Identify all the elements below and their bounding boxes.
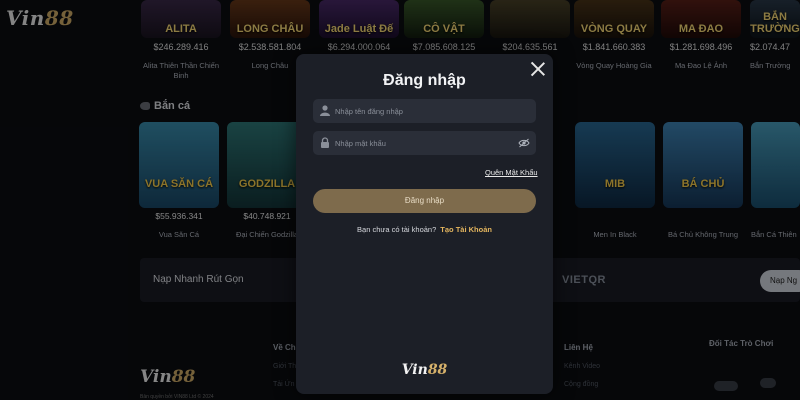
register-prompt: Bạn chưa có tài khoản? Tạo Tài Khoản [296, 225, 553, 234]
username-field[interactable] [313, 99, 536, 123]
eye-off-icon[interactable] [518, 138, 530, 148]
login-modal: Đăng nhập Quên Mật Khẩu Đăng nhập Bạn ch… [296, 54, 553, 394]
modal-logo: Vin88 [296, 362, 553, 378]
username-input[interactable] [335, 103, 505, 119]
register-link[interactable]: Tạo Tài Khoản [440, 225, 492, 234]
password-field[interactable] [313, 131, 536, 155]
password-input[interactable] [335, 135, 505, 151]
modal-title: Đăng nhập [383, 72, 466, 89]
user-icon [320, 105, 330, 116]
forgot-password-link[interactable]: Quên Mật Khẩu [485, 168, 538, 177]
login-button[interactable]: Đăng nhập [313, 189, 536, 213]
no-account-text: Bạn chưa có tài khoản? [357, 225, 437, 234]
modal-logo-text: Vin [401, 362, 428, 378]
lock-icon [321, 137, 329, 148]
modal-logo-number: 88 [427, 362, 448, 378]
